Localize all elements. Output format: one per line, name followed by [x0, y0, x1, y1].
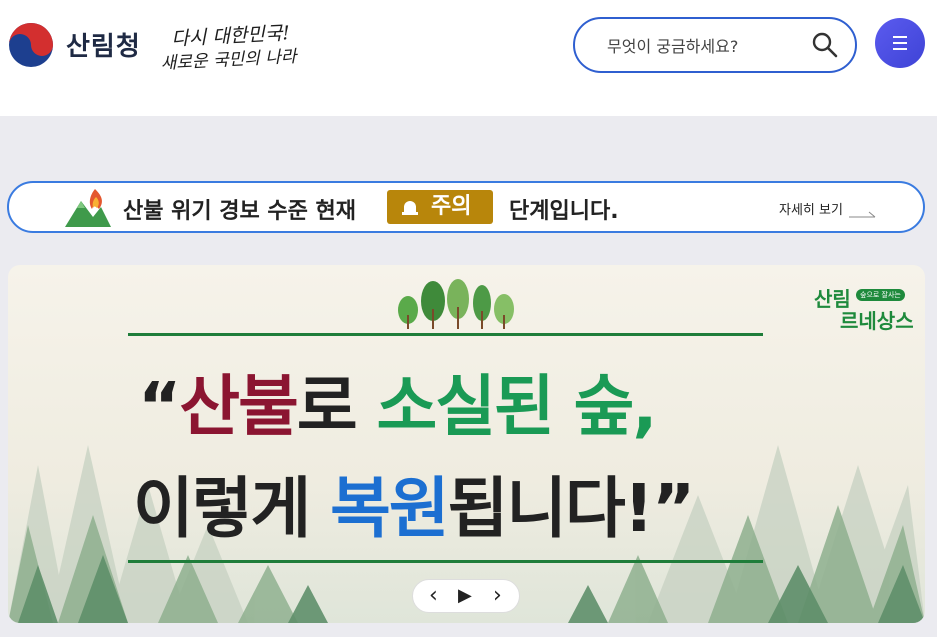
headline-line-2: 이렇게 복원됩니다!”: [133, 455, 695, 551]
trees-icon: [398, 279, 514, 329]
headline-red: 산불: [179, 368, 298, 445]
alert-more-link[interactable]: 자세히 보기: [779, 199, 843, 218]
headline-line-1: “산불로 소실된 숲,: [138, 353, 658, 449]
headline-green: 소실된 숲,: [376, 368, 658, 445]
forest-fire-icon: [65, 187, 111, 227]
siren-icon: [402, 201, 418, 215]
forest-renaissance-logo: 산림 숲으로 잘사는 르네상스: [810, 283, 914, 333]
prev-slide-button[interactable]: ‹: [429, 582, 438, 610]
alert-text-after: 단계입니다.: [509, 199, 619, 224]
arrow-right-icon: [849, 204, 877, 218]
play-button[interactable]: ▶: [458, 582, 472, 610]
alert-text-before: 산불 위기 경보 수준 현재: [123, 199, 357, 224]
agency-logo-text[interactable]: 산림청: [66, 26, 141, 63]
search-input[interactable]: [605, 33, 809, 59]
alert-level-badge: 주의: [387, 190, 493, 224]
site-header: 산림청 다시 대한민국! 새로운 국민의 나라: [0, 0, 937, 116]
menu-button[interactable]: [875, 18, 925, 68]
divider-bottom: [128, 560, 763, 563]
next-slide-button[interactable]: ›: [493, 582, 502, 610]
headline-dark-3: 됩니다!: [447, 470, 654, 547]
headline-blue: 복원: [330, 470, 449, 547]
banner-pager: ‹ ▶ ›: [412, 579, 520, 613]
close-quote: ”: [651, 470, 695, 547]
alert-level-text: 주의: [431, 194, 472, 219]
open-quote: “: [138, 368, 181, 445]
fire-alert-bar[interactable]: 산불 위기 경보 수준 현재 주의 단계입니다. 자세히 보기: [7, 181, 925, 233]
headline-dark: 로: [296, 368, 377, 445]
search-icon[interactable]: [811, 31, 839, 59]
main-banner[interactable]: 산림 숲으로 잘사는 르네상스 “산불로 소실된 숲, 이렇게 복원됩니다!” …: [8, 265, 925, 623]
hamburger-icon: [893, 36, 907, 50]
divider-top: [128, 333, 763, 336]
brand-line-2: 르네상스: [840, 309, 914, 333]
search-box[interactable]: [573, 17, 857, 73]
slogan: 다시 대한민국! 새로운 국민의 나라: [159, 20, 311, 76]
headline-dark-2: 이렇게: [133, 470, 331, 547]
government-emblem-icon[interactable]: [8, 22, 54, 68]
brand-sub: 숲으로 잘사는: [856, 289, 905, 301]
